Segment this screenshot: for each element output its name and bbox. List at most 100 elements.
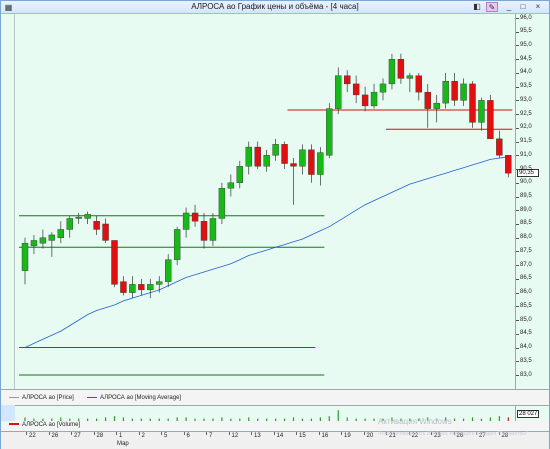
price-tick-label: 90,0 bbox=[520, 179, 532, 186]
time-tick-mark bbox=[273, 432, 275, 435]
time-tick-mark bbox=[251, 432, 252, 435]
candle-down bbox=[496, 138, 503, 156]
candle-up bbox=[75, 216, 82, 219]
chart-legend: АЛРОСА ао [Price] АЛРОСА ао [Moving Aver… bbox=[1, 389, 549, 405]
left-scroll-strip[interactable] bbox=[1, 14, 15, 389]
price-tick-label: 87,5 bbox=[520, 247, 532, 254]
candle-down bbox=[344, 75, 351, 85]
candle-down bbox=[451, 80, 458, 101]
volume-legend: АЛРОСА ао [Volume] bbox=[1, 421, 549, 431]
price-tick-mark bbox=[516, 347, 519, 349]
time-tick-label: 14 bbox=[276, 433, 284, 439]
time-tick-label: 28 bbox=[96, 433, 104, 439]
time-tick-label: 15 bbox=[299, 433, 306, 439]
price-tick-label: 93,0 bbox=[520, 96, 532, 103]
price-tick-mark bbox=[516, 100, 519, 102]
time-tick-label: 16 bbox=[321, 433, 329, 439]
candle-up bbox=[39, 237, 47, 244]
legend-price[interactable]: АЛРОСА ао [Price] bbox=[9, 395, 74, 402]
price-tick-mark bbox=[516, 320, 519, 322]
price-tick-label: 89,5 bbox=[520, 193, 532, 199]
price-tick-label: 94,0 bbox=[520, 69, 532, 76]
moving-average-line bbox=[24, 156, 509, 348]
maximize-button[interactable]: □ bbox=[517, 2, 529, 12]
candle-up bbox=[317, 152, 324, 175]
candle-up bbox=[21, 242, 29, 271]
candle-up bbox=[227, 182, 235, 189]
price-tick-label: 84,5 bbox=[520, 330, 532, 337]
candle-down bbox=[281, 144, 288, 164]
price-plot-area[interactable] bbox=[15, 14, 515, 389]
candle-down bbox=[424, 91, 431, 109]
candle-up bbox=[218, 188, 226, 219]
price-tick-label: 88,5 bbox=[520, 220, 532, 227]
candle-down bbox=[361, 94, 369, 107]
candle-up bbox=[460, 83, 467, 101]
price-tick-mark bbox=[516, 45, 519, 47]
time-tick-mark bbox=[161, 432, 162, 435]
candle-up bbox=[164, 259, 172, 282]
windows-activation-hint: Чтобы активировать Windows, перейдите в … bbox=[378, 431, 528, 437]
volume-bar bbox=[337, 410, 339, 421]
legend-volume[interactable]: АЛРОСА ао [Volume] bbox=[9, 422, 80, 429]
price-tick-mark bbox=[516, 169, 519, 171]
candle-up bbox=[406, 75, 414, 79]
candle-down bbox=[111, 240, 118, 285]
time-tick-label: 19 bbox=[344, 433, 351, 439]
price-tick-mark bbox=[516, 223, 519, 225]
price-tick-mark bbox=[516, 333, 519, 335]
close-button[interactable]: × bbox=[532, 2, 544, 12]
legend-ma[interactable]: АЛРОСА ао [Moving Average] bbox=[87, 395, 181, 402]
pin-icon[interactable]: ◧ bbox=[471, 2, 483, 12]
windows-activation-watermark: Активация Windows bbox=[378, 417, 452, 426]
chart-window: ▦ АЛРОСА ао График цены и объёма - [4 ча… bbox=[0, 0, 550, 449]
price-tick-label: 84,0 bbox=[520, 344, 532, 351]
last-volume-badge: 28 027 bbox=[517, 410, 539, 418]
price-tick-mark bbox=[516, 72, 519, 74]
price-tick-label: 89,0 bbox=[520, 206, 532, 213]
time-tick-mark bbox=[341, 432, 342, 435]
time-tick-mark bbox=[228, 432, 230, 435]
pen-icon[interactable]: ✎ bbox=[486, 2, 498, 12]
time-tick-label: 7 bbox=[209, 433, 213, 439]
candle-up bbox=[335, 75, 342, 109]
candle-up bbox=[156, 281, 163, 285]
price-tick-label: 94,5 bbox=[520, 55, 532, 62]
price-tick-label: 95,0 bbox=[520, 41, 532, 48]
price-tick-mark bbox=[516, 59, 519, 61]
candle-up bbox=[129, 284, 136, 293]
time-tick-mark bbox=[93, 432, 95, 435]
title-bar[interactable]: ▦ АЛРОСА ао График цены и объёма - [4 ча… bbox=[1, 1, 549, 14]
candle-up bbox=[370, 91, 378, 107]
candle-down bbox=[200, 221, 208, 241]
price-tick-label: 93,5 bbox=[520, 83, 532, 90]
price-tick-label: 90,5 bbox=[520, 165, 532, 172]
candle-down bbox=[254, 146, 261, 167]
candle-up bbox=[299, 149, 306, 167]
candle-up bbox=[433, 102, 440, 109]
price-tick-mark bbox=[516, 114, 519, 116]
minimize-button[interactable]: _ bbox=[503, 2, 515, 12]
candle-down bbox=[138, 284, 145, 291]
time-tick-mark bbox=[116, 432, 117, 435]
price-axis[interactable]: 90,35 96,0 95,5 95,0 94,5 94,0 93,5 93,0 92,5 92… bbox=[515, 14, 549, 389]
price-tick-mark bbox=[516, 237, 519, 239]
candle-up bbox=[442, 80, 449, 104]
time-tick-mark bbox=[26, 432, 27, 435]
time-tick-mark bbox=[206, 432, 207, 435]
price-tick-label: 91,5 bbox=[520, 138, 532, 145]
price-tick-mark bbox=[516, 155, 519, 157]
price-tick-mark bbox=[516, 292, 519, 294]
price-chart-svg bbox=[19, 53, 513, 376]
candle-down bbox=[415, 75, 422, 93]
candle-down bbox=[308, 149, 315, 175]
time-tick-label: 1 bbox=[119, 433, 123, 439]
ma-line-swatch bbox=[87, 396, 97, 398]
time-tick-label: 2 bbox=[141, 433, 145, 439]
price-tick-mark bbox=[516, 127, 519, 129]
time-tick-label: 20 bbox=[366, 433, 374, 439]
time-tick-label: 6 bbox=[186, 433, 190, 439]
time-tick-mark bbox=[318, 432, 320, 435]
price-tick-label: 83,5 bbox=[520, 357, 532, 364]
price-tick-mark bbox=[516, 210, 519, 212]
